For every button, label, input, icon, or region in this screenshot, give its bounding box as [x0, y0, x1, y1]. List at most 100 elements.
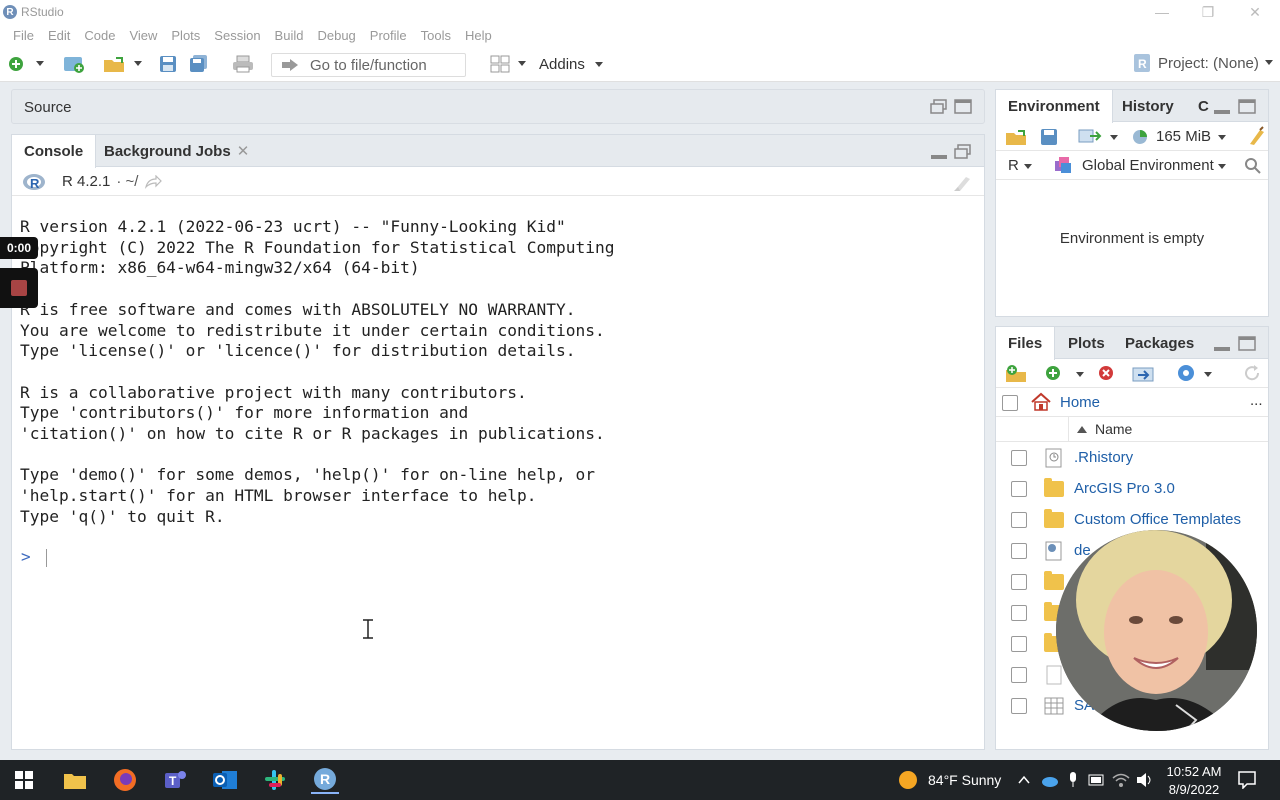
memory-usage-icon[interactable]: [1132, 129, 1148, 145]
menu-tools[interactable]: Tools: [420, 28, 452, 43]
file-row[interactable]: .Rhistory: [996, 442, 1268, 473]
goto-file-function-input[interactable]: Go to file/function: [271, 53, 466, 77]
restore-button[interactable]: ❐: [1185, 0, 1231, 24]
new-file-dropdown-icon[interactable]: [33, 54, 47, 74]
pane-layout-icon[interactable]: [489, 54, 511, 74]
console-prompt[interactable]: >: [21, 547, 48, 567]
menu-help[interactable]: Help: [464, 28, 493, 43]
tab-environment[interactable]: Environment: [996, 90, 1113, 123]
file-checkbox[interactable]: [1011, 511, 1027, 528]
restore-pane-icon[interactable]: [930, 99, 948, 115]
new-project-icon[interactable]: [62, 54, 88, 74]
menu-file[interactable]: File: [12, 28, 35, 43]
more-dropdown-icon[interactable]: [1204, 372, 1212, 378]
firefox-icon[interactable]: [111, 766, 139, 794]
language-dropdown-icon[interactable]: [1024, 164, 1032, 170]
minimize-pane-icon[interactable]: [1213, 104, 1231, 116]
maximize-pane-icon[interactable]: [1238, 99, 1256, 115]
file-name[interactable]: .Rhistory: [1074, 449, 1133, 466]
file-explorer-icon[interactable]: [61, 766, 89, 794]
tab-background-jobs[interactable]: Background Jobs ✕: [92, 135, 261, 167]
clear-console-icon[interactable]: [952, 173, 976, 191]
menu-edit[interactable]: Edit: [47, 28, 71, 43]
open-file-icon[interactable]: [102, 54, 128, 74]
file-name[interactable]: ArcGIS Pro 3.0: [1074, 480, 1175, 497]
clock-time[interactable]: 10:52 AM: [1166, 764, 1222, 779]
volume-icon[interactable]: [1136, 772, 1154, 788]
weather-text[interactable]: 84°F Sunny: [928, 772, 1001, 788]
memory-dropdown-icon[interactable]: [1218, 135, 1226, 141]
import-dropdown-icon[interactable]: [1110, 135, 1118, 141]
save-all-icon[interactable]: [189, 54, 209, 74]
maximize-pane-icon[interactable]: [954, 99, 972, 115]
slack-icon[interactable]: [261, 766, 289, 794]
chevron-up-icon[interactable]: [1018, 775, 1030, 785]
restore-pane-icon[interactable]: [954, 144, 972, 160]
tab-history[interactable]: History: [1110, 90, 1186, 122]
minimize-button[interactable]: —: [1139, 0, 1185, 24]
file-checkbox[interactable]: [1011, 480, 1027, 497]
file-name[interactable]: Custom Office Templates: [1074, 511, 1241, 528]
addins-menu[interactable]: Addins: [539, 56, 605, 73]
new-file-icon[interactable]: [6, 54, 26, 74]
print-icon[interactable]: [231, 54, 255, 74]
file-checkbox[interactable]: [1011, 542, 1027, 559]
import-dataset-icon[interactable]: [1078, 128, 1104, 146]
file-checkbox[interactable]: [1011, 604, 1027, 621]
outlook-icon[interactable]: [211, 766, 239, 794]
load-workspace-icon[interactable]: [1004, 127, 1030, 147]
wifi-icon[interactable]: [1112, 772, 1130, 788]
select-all-checkbox[interactable]: [1002, 395, 1018, 411]
search-icon[interactable]: [1244, 157, 1262, 175]
file-checkbox[interactable]: [1011, 449, 1027, 466]
teams-icon[interactable]: T: [161, 766, 189, 794]
file-checkbox[interactable]: [1011, 697, 1027, 714]
scope-dropdown-icon[interactable]: [1218, 164, 1226, 170]
menu-code[interactable]: Code: [83, 28, 116, 43]
language-selector[interactable]: R: [1008, 157, 1019, 174]
tab-files[interactable]: Files: [996, 327, 1056, 360]
menu-plots[interactable]: Plots: [170, 28, 201, 43]
notification-icon[interactable]: [1238, 771, 1256, 789]
stop-recording-button[interactable]: [0, 268, 38, 308]
save-icon[interactable]: [158, 54, 178, 74]
more-options-button[interactable]: ...: [1250, 392, 1263, 409]
save-workspace-icon[interactable]: [1040, 128, 1058, 146]
new-folder-icon[interactable]: [1004, 364, 1028, 384]
gear-icon[interactable]: [1176, 363, 1196, 383]
name-column-header[interactable]: Name: [1068, 417, 1268, 442]
console-path[interactable]: · ~/: [116, 173, 138, 190]
file-checkbox[interactable]: [1011, 635, 1027, 652]
windows-start-icon[interactable]: [10, 766, 38, 794]
new-file-dropdown-icon[interactable]: [1076, 372, 1084, 378]
clear-workspace-icon[interactable]: [1246, 126, 1266, 146]
goto-dir-icon[interactable]: [144, 174, 163, 189]
home-icon[interactable]: [1030, 392, 1052, 412]
file-checkbox[interactable]: [1011, 573, 1027, 590]
new-blank-file-icon[interactable]: [1044, 364, 1062, 382]
close-tab-icon[interactable]: ✕: [237, 142, 250, 160]
project-menu[interactable]: R Project: (None): [1132, 53, 1275, 73]
menu-profile[interactable]: Profile: [369, 28, 408, 43]
scope-selector[interactable]: Global Environment: [1082, 157, 1214, 174]
minimize-pane-icon[interactable]: [1213, 341, 1231, 353]
pane-layout-dropdown-icon[interactable]: [515, 54, 529, 74]
menu-debug[interactable]: Debug: [316, 28, 356, 43]
microphone-icon[interactable]: [1068, 772, 1078, 788]
tab-packages[interactable]: Packages: [1113, 327, 1206, 359]
clock-date[interactable]: 8/9/2022: [1166, 782, 1222, 797]
menu-view[interactable]: View: [128, 28, 158, 43]
tab-plots[interactable]: Plots: [1056, 327, 1117, 359]
minimize-pane-icon[interactable]: [930, 149, 948, 161]
battery-icon[interactable]: [1088, 774, 1106, 786]
onedrive-cloud-icon[interactable]: [1040, 773, 1058, 787]
delete-icon[interactable]: [1098, 365, 1114, 381]
refresh-icon[interactable]: [1242, 363, 1262, 383]
file-row[interactable]: ArcGIS Pro 3.0: [996, 473, 1268, 504]
file-row[interactable]: Custom Office Templates: [996, 504, 1268, 535]
rstudio-taskbar-icon[interactable]: R: [311, 766, 339, 794]
breadcrumb-home[interactable]: Home: [1060, 394, 1100, 411]
menu-session[interactable]: Session: [213, 28, 261, 43]
close-button[interactable]: ✕: [1232, 0, 1278, 24]
weather-sun-icon[interactable]: [898, 770, 918, 790]
